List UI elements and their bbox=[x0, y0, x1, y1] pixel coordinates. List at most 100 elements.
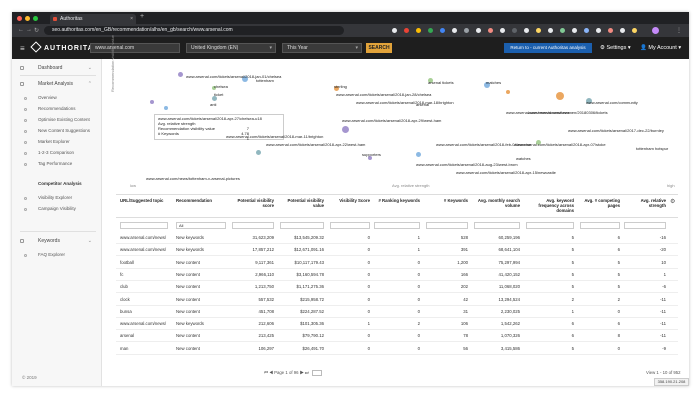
table-cell[interactable]: www.arsenal.com/news/ bbox=[120, 321, 172, 326]
chart-point-label[interactable]: ticket bbox=[214, 92, 223, 97]
chart-point-label[interactable]: watches bbox=[516, 156, 531, 161]
first-page-icon[interactable]: ⏮ bbox=[264, 370, 268, 375]
sidebar-item-tag-performance[interactable]: Tag Performance bbox=[12, 160, 102, 168]
menu-kebab-icon[interactable]: ⋮ bbox=[676, 27, 682, 34]
forward-icon[interactable]: → bbox=[26, 27, 32, 33]
table-row[interactable]: arsenal New content 213,425 $79,790.12 0 0 78 1… bbox=[116, 330, 678, 343]
table-row[interactable]: bunsa New content 451,708 $224,287.52 0 0 31 2,… bbox=[116, 306, 678, 318]
chart-point-label[interactable]: tottenham hotspur bbox=[636, 146, 668, 151]
chart-point-label[interactable]: www.arsenal.com/community bbox=[586, 100, 638, 105]
url-input[interactable]: seo.authoritas.com/en_GB/recommendation/… bbox=[44, 26, 344, 35]
extension-icon[interactable] bbox=[488, 28, 493, 33]
close-tab-icon[interactable]: × bbox=[130, 14, 133, 24]
chart-point-label[interactable]: www.arsenal.com/tickets/arsenal/2018-feb… bbox=[436, 142, 531, 147]
extension-icon[interactable] bbox=[572, 28, 577, 33]
minimize-window-dot[interactable] bbox=[25, 16, 30, 21]
next-page-icon[interactable]: ▶ bbox=[300, 370, 304, 375]
chart-point-label[interactable]: www.arsenal.com/news/tottenham-v-arsenal… bbox=[146, 176, 240, 181]
sidebar-item-visibility-explorer[interactable]: Visibility Explorer bbox=[12, 194, 102, 202]
chart-point-label[interactable]: tottenham bbox=[256, 78, 274, 83]
table-cell[interactable]: arsenal bbox=[120, 333, 172, 338]
reload-icon[interactable]: ↻ bbox=[34, 27, 39, 34]
table-cell[interactable]: club bbox=[120, 284, 172, 289]
maximize-window-dot[interactable] bbox=[33, 16, 38, 21]
extension-icon[interactable] bbox=[560, 28, 565, 33]
profile-avatar[interactable] bbox=[652, 27, 659, 34]
table-row[interactable]: www.arsenal.com/news/New keywords 17,857,… bbox=[116, 244, 678, 257]
table-cell[interactable]: clock bbox=[120, 297, 172, 302]
col-url[interactable]: URL/Suggested topic bbox=[120, 198, 168, 203]
filter-input[interactable] bbox=[232, 222, 274, 229]
table-cell[interactable]: bunsa bbox=[120, 309, 172, 314]
chart-bubble[interactable] bbox=[416, 152, 421, 157]
chart-point-label[interactable]: www.arsenal.com/tickets/arsenal/2017-dec… bbox=[568, 128, 664, 133]
new-tab-icon[interactable]: + bbox=[140, 13, 144, 20]
filter-input[interactable] bbox=[624, 222, 666, 229]
table-row[interactable]: fc New content 2,966,110 $3,160,594.78 0 0 166… bbox=[116, 269, 678, 281]
col-score[interactable]: Visibility Score bbox=[330, 198, 370, 203]
col-recommendation[interactable]: Recommendation bbox=[176, 198, 226, 203]
table-cell[interactable]: football bbox=[120, 260, 172, 265]
chart-point-label[interactable]: www.arsenal.com/tickets/arsenal/2018-apr… bbox=[266, 142, 365, 147]
chart-bubble[interactable] bbox=[164, 106, 168, 110]
chart-point-label[interactable]: sterling bbox=[334, 84, 347, 89]
chart-point-label[interactable]: www.arsenal.com/tickets/arsenal/2018-mar… bbox=[226, 134, 323, 139]
chart-point-label[interactable]: www.arsenal.com/tickets/arsenal/2018-mar… bbox=[356, 100, 454, 105]
extension-icon[interactable] bbox=[392, 28, 397, 33]
sidebar-item-market-explorer[interactable]: Market Explorer bbox=[12, 138, 102, 146]
chart-bubble[interactable] bbox=[506, 90, 510, 94]
extension-icon[interactable] bbox=[476, 28, 481, 33]
extension-icon[interactable] bbox=[608, 28, 613, 33]
filter-input[interactable] bbox=[374, 222, 420, 229]
extension-icon[interactable] bbox=[524, 28, 529, 33]
table-row[interactable]: football New content 9,117,361 $10,117,179.… bbox=[116, 257, 678, 269]
table-row[interactable]: www.arsenal.com/news/New keywords 31,623,… bbox=[116, 232, 678, 244]
filter-input[interactable] bbox=[526, 222, 574, 229]
sidebar-item-campaign-visibility[interactable]: Campaign Visibility bbox=[12, 205, 102, 213]
chart-point-label[interactable]: www.arsenal.com/tickets/arsenal/2018-jan… bbox=[336, 92, 431, 97]
extension-icon[interactable] bbox=[464, 28, 469, 33]
sidebar-item-faq-explorer[interactable]: FAQ Explorer bbox=[12, 251, 102, 259]
extension-icon[interactable] bbox=[404, 28, 409, 33]
extension-icon[interactable] bbox=[452, 28, 457, 33]
chart-point-label[interactable]: www.arsenal.com/tickets/arsenal/2018-aug… bbox=[416, 162, 518, 167]
filter-input[interactable] bbox=[426, 222, 468, 229]
search-button[interactable]: SEARCH bbox=[366, 43, 392, 53]
extension-icon[interactable] bbox=[620, 28, 625, 33]
settings-menu[interactable]: ⚙ Settings ▾ bbox=[600, 43, 631, 53]
table-cell[interactable]: man bbox=[120, 346, 172, 351]
chart-bubble[interactable] bbox=[150, 100, 154, 104]
table-row[interactable]: www.arsenal.com/news/New keywords 212,606… bbox=[116, 318, 678, 331]
filter-input[interactable] bbox=[120, 222, 168, 229]
chart-bubble[interactable] bbox=[342, 126, 349, 133]
extension-icon[interactable] bbox=[500, 28, 505, 33]
col-competing-pages[interactable]: Avg. # competing pages bbox=[580, 198, 620, 208]
page-size-select[interactable] bbox=[311, 370, 322, 376]
extension-icon[interactable] bbox=[632, 28, 637, 33]
chart-point-label[interactable]: anti bbox=[210, 102, 216, 107]
sidebar-item-market-analysis[interactable]: Market Analysis ⌃ bbox=[12, 79, 102, 89]
hamburger-icon[interactable]: ≡ bbox=[20, 44, 25, 53]
chart-point-label[interactable]: www.arsenal.com/tickets/arsenal/2018-apr… bbox=[456, 170, 556, 175]
col-relative-strength[interactable]: Avg. relative strength bbox=[624, 198, 666, 208]
col-visibility-value[interactable]: Potential visibility value bbox=[280, 198, 324, 208]
back-icon[interactable]: ← bbox=[18, 27, 24, 33]
filter-input[interactable] bbox=[580, 222, 620, 229]
account-menu[interactable]: 👤 My Account ▾ bbox=[640, 43, 681, 53]
extension-icon[interactable] bbox=[596, 28, 601, 33]
chart-bubble[interactable] bbox=[556, 92, 564, 100]
prev-page-icon[interactable]: ◀ bbox=[269, 370, 273, 375]
chart-point-label[interactable]: www.arsenal.com/tickets/arsenal/2018-apr… bbox=[342, 118, 441, 123]
sidebar-item-comparison[interactable]: 1-2-3 Comparison bbox=[12, 149, 102, 157]
sidebar-item-dashboard[interactable]: Dashboard ⌄ bbox=[12, 63, 102, 73]
table-cell[interactable]: www.arsenal.com/news/ bbox=[120, 235, 172, 240]
browser-tab[interactable]: Authoritas × bbox=[50, 14, 136, 24]
extension-icon[interactable] bbox=[428, 28, 433, 33]
col-keywords[interactable]: # Keywords bbox=[426, 198, 468, 203]
extension-icon[interactable] bbox=[584, 28, 589, 33]
recommendation-filter-select[interactable]: All bbox=[176, 222, 226, 229]
sidebar-item-overview[interactable]: Overview bbox=[12, 94, 102, 102]
table-cell[interactable]: fc bbox=[120, 272, 172, 277]
gear-icon[interactable]: ⚙ bbox=[670, 198, 675, 205]
table-row[interactable]: club New content 1,213,750 $1,171,275.36 0 0 2… bbox=[116, 281, 678, 294]
